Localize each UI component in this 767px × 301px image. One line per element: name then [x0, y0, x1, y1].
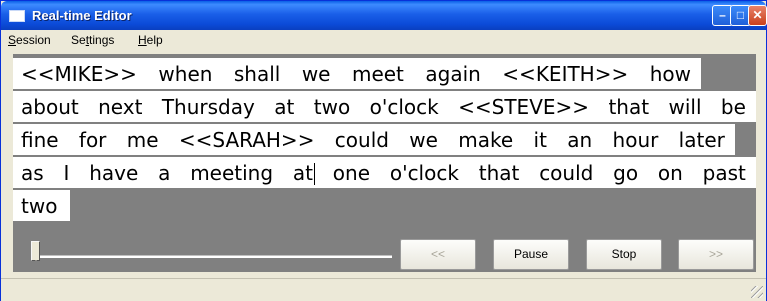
transcript-line[interactable]: about next Thursday at two o'clock <<STEVE>> th…	[13, 91, 756, 122]
menu-settings[interactable]: Settings	[71, 33, 114, 47]
transcript-word[interactable]: <<MIKE>>	[21, 62, 137, 86]
position-slider-track[interactable]	[39, 255, 392, 258]
transcript-word[interactable]: next	[98, 95, 142, 119]
status-bar	[1, 278, 766, 301]
resize-grip-icon[interactable]	[751, 286, 763, 298]
window-title: Real-time Editor	[32, 8, 132, 23]
transcript-editor[interactable]: <<MIKE>> when shall we meet again <<KEITH>> how…	[13, 54, 756, 234]
transcript-word[interactable]: again	[425, 62, 480, 86]
transcript-word[interactable]: it	[534, 128, 547, 152]
transcript-word[interactable]: about	[21, 95, 79, 119]
transcript-word[interactable]: shall	[234, 62, 280, 86]
menu-help[interactable]: Help	[138, 33, 163, 47]
transcript-line[interactable]: fine for me <<SARAH>> could we make it an hour lat…	[13, 124, 735, 155]
text-caret	[314, 163, 315, 185]
transcript-word[interactable]: meeting	[190, 161, 273, 185]
transcript-line[interactable]: two	[13, 190, 70, 221]
title-bar[interactable]: Real-time Editor – □ ✕	[1, 1, 767, 30]
transcript-word[interactable]: for	[79, 128, 107, 152]
transcript-word[interactable]: me	[127, 128, 159, 152]
transcript-word[interactable]: as	[21, 161, 44, 185]
transcript-word[interactable]: at	[293, 161, 313, 185]
stop-button[interactable]: Stop	[586, 239, 662, 270]
transcript-word[interactable]: past	[703, 161, 746, 185]
window-icon	[9, 10, 25, 22]
menu-session[interactable]: Session	[8, 33, 51, 47]
transcript-word[interactable]: a	[158, 161, 170, 185]
transcript-word[interactable]: <<STEVE>>	[458, 95, 589, 119]
transcript-word[interactable]: <<KEITH>>	[502, 62, 628, 86]
transcript-word[interactable]: could	[539, 161, 593, 185]
forward-button[interactable]: >>	[678, 239, 754, 270]
menu-bar: Session Settings Help	[1, 30, 766, 50]
menu-session-text-post: ession	[16, 33, 51, 47]
playback-controls: << Pause Stop >>	[13, 234, 756, 272]
transcript-word[interactable]: an	[567, 128, 592, 152]
transcript-word[interactable]: I	[64, 161, 70, 185]
transcript-word[interactable]: on	[658, 161, 683, 185]
transcript-word[interactable]: be	[721, 95, 746, 119]
transcript-word[interactable]: two	[314, 95, 350, 119]
transcript-word[interactable]: how	[650, 62, 691, 86]
menu-settings-text-post: tings	[89, 33, 115, 47]
transcript-line[interactable]: as Ihave a meeting at one o'clock that could go on…	[13, 157, 756, 188]
rewind-button[interactable]: <<	[400, 239, 476, 270]
menu-session-accel: S	[8, 33, 17, 47]
realtime-editor-window: Real-time Editor – □ ✕ Session Settings …	[0, 0, 767, 301]
transcript-word[interactable]: meet	[352, 62, 404, 86]
transcript-line[interactable]: <<MIKE>> when shall we meet again <<KEITH>> how	[13, 58, 701, 89]
menu-help-text-post: elp	[146, 33, 163, 47]
close-button[interactable]: ✕	[748, 5, 767, 26]
transcript-word[interactable]: that	[479, 161, 520, 185]
transcript-word[interactable]: when	[158, 62, 212, 86]
transcript-word[interactable]: we	[302, 62, 331, 86]
transcript-word[interactable]: will	[668, 95, 701, 119]
transcript-word[interactable]: we	[409, 128, 438, 152]
transcript-word[interactable]: go	[613, 161, 638, 185]
transcript-word[interactable]: that	[608, 95, 649, 119]
transcript-word[interactable]: make	[458, 128, 513, 152]
transcript-word[interactable]: later	[679, 128, 725, 152]
transcript-word[interactable]: could	[335, 128, 389, 152]
pause-button[interactable]: Pause	[493, 239, 569, 270]
transcript-word[interactable]: at	[274, 95, 294, 119]
menu-help-accel: H	[138, 33, 147, 47]
menu-settings-text-pre: Se	[71, 33, 86, 47]
transcript-word[interactable]: hour	[613, 128, 659, 152]
position-slider-thumb[interactable]	[31, 241, 40, 261]
transcript-word[interactable]: <<SARAH>>	[179, 128, 315, 152]
transcript-word[interactable]: Thursday	[162, 95, 255, 119]
transcript-word[interactable]: fine	[21, 128, 59, 152]
transcript-word[interactable]: two	[21, 194, 57, 218]
transcript-word[interactable]: have	[89, 161, 138, 185]
transcript-word[interactable]: one	[333, 161, 370, 185]
transcript-word[interactable]: o'clock	[370, 95, 439, 119]
transcript-word[interactable]: o'clock	[390, 161, 459, 185]
